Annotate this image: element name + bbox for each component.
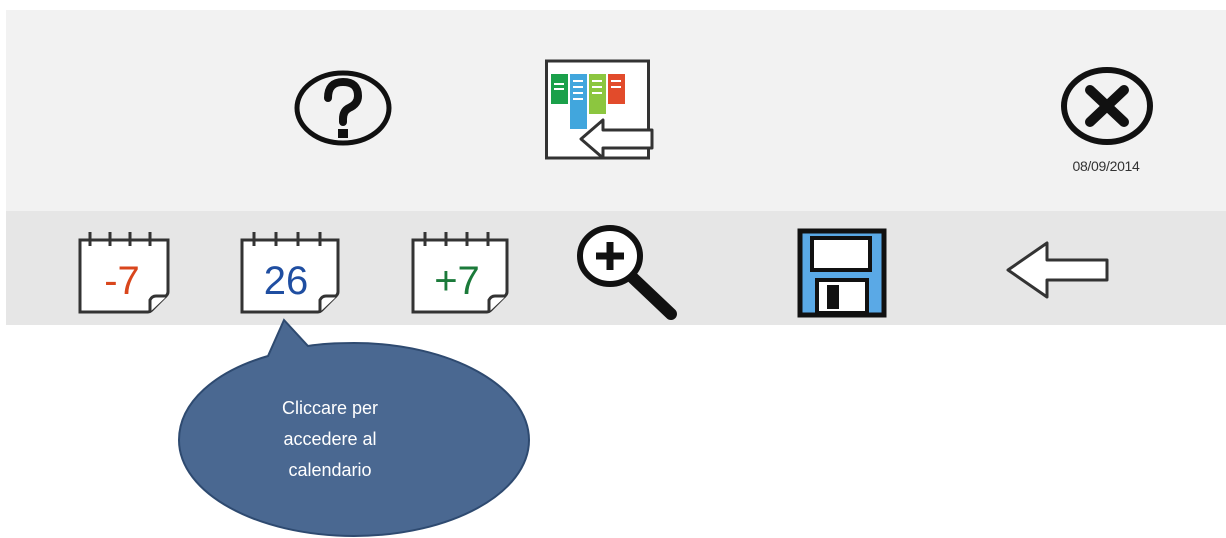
prev-week-button[interactable]: -7 <box>76 226 172 314</box>
close-button[interactable] <box>1061 67 1153 145</box>
help-button[interactable] <box>291 70 395 146</box>
callout-text: Cliccare per accedere al calendario <box>281 398 379 480</box>
current-date: 08/09/2014 <box>1072 158 1140 174</box>
current-day-label: 26 <box>264 259 309 303</box>
zoom-button[interactable] <box>575 220 681 324</box>
prev-week-label: -7 <box>104 259 140 303</box>
zoom-in-icon <box>577 225 677 320</box>
question-circle-icon <box>294 70 392 146</box>
calendar-icon: -7 <box>78 232 170 314</box>
calendar-columns-back-icon <box>545 59 654 160</box>
close-circle-icon <box>1061 67 1153 145</box>
calendar-icon: 26 <box>240 232 340 314</box>
save-button[interactable] <box>797 228 887 318</box>
back-button[interactable] <box>1005 240 1111 300</box>
next-week-label: +7 <box>434 259 480 303</box>
floppy-disk-icon <box>797 228 887 318</box>
next-week-button[interactable]: +7 <box>409 226 511 314</box>
planner-button[interactable] <box>545 59 657 161</box>
calendar-icon: +7 <box>411 232 509 314</box>
arrow-left-icon <box>1006 241 1109 299</box>
calendar-day-button[interactable]: 26 <box>238 226 342 314</box>
